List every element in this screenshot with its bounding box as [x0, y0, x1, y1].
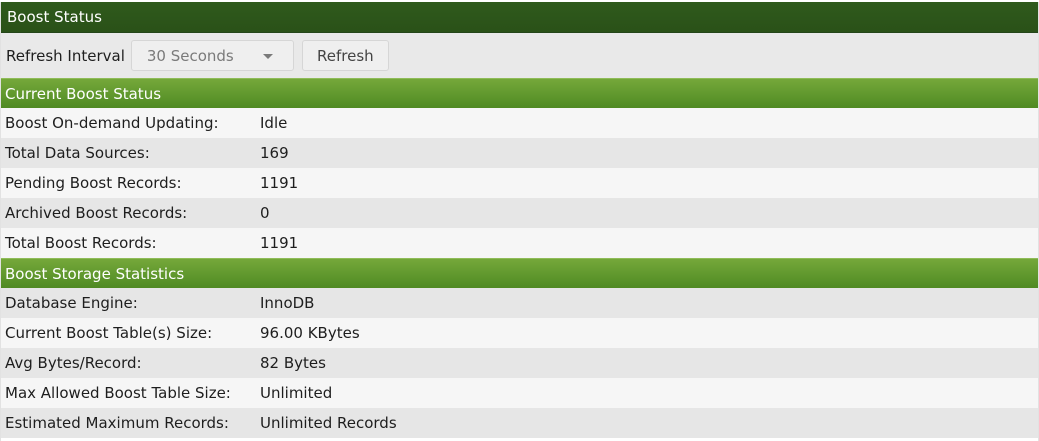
- refresh-button[interactable]: Refresh: [301, 40, 389, 71]
- row-label: Total Boost Records:: [5, 234, 157, 252]
- row-label: Archived Boost Records:: [5, 204, 188, 222]
- row-value: InnoDB: [260, 294, 315, 312]
- row-label: Estimated Maximum Records:: [5, 414, 229, 432]
- row-label: Avg Bytes/Record:: [5, 354, 142, 372]
- row-label: Total Data Sources:: [5, 144, 150, 162]
- table-row: Pending Boost Records: 1191: [1, 168, 1038, 198]
- table-row: Current Boost Table(s) Size: 96.00 KByte…: [1, 318, 1038, 348]
- row-value: 0: [260, 204, 270, 222]
- row-value: 169: [260, 144, 289, 162]
- row-value: Unlimited: [260, 384, 333, 402]
- chevron-down-icon: [262, 54, 273, 59]
- refresh-interval-label: Refresh Interval: [6, 46, 125, 65]
- panel-title-bar: Boost Status: [1, 2, 1038, 33]
- row-value: 96.00 KBytes: [260, 324, 360, 342]
- refresh-toolbar: Refresh Interval 30 Seconds Refresh: [1, 33, 1038, 78]
- table-row: Total Boost Records: 1191: [1, 228, 1038, 258]
- table-row: Boost On-demand Updating: Idle: [1, 108, 1038, 138]
- row-label: Pending Boost Records:: [5, 174, 182, 192]
- boost-status-panel: Boost Status Refresh Interval 30 Seconds…: [0, 2, 1039, 441]
- row-label: Max Allowed Boost Table Size:: [5, 384, 231, 402]
- row-value: Unlimited Records: [260, 414, 397, 432]
- table-row: Archived Boost Records: 0: [1, 198, 1038, 228]
- row-value: 1191: [260, 174, 299, 192]
- refresh-interval-select[interactable]: 30 Seconds: [130, 40, 294, 71]
- panel-title: Boost Status: [7, 8, 102, 26]
- row-value: 1191: [260, 234, 299, 252]
- table-row: Avg Bytes/Record: 82 Bytes: [1, 348, 1038, 378]
- row-label: Database Engine:: [5, 294, 138, 312]
- refresh-interval-value: 30 Seconds: [146, 46, 234, 65]
- table-row: Estimated Maximum Records: Unlimited Rec…: [1, 408, 1038, 438]
- row-label: Boost On-demand Updating:: [5, 114, 219, 132]
- section-title: Boost Storage Statistics: [5, 264, 185, 283]
- table-row: Total Data Sources: 169: [1, 138, 1038, 168]
- section-title: Current Boost Status: [5, 84, 162, 103]
- boost-storage-statistics-header: Boost Storage Statistics: [1, 258, 1038, 288]
- row-label: Current Boost Table(s) Size:: [5, 324, 213, 342]
- current-boost-status-header: Current Boost Status: [1, 78, 1038, 108]
- row-value: 82 Bytes: [260, 354, 326, 372]
- table-row: Max Allowed Boost Table Size: Unlimited: [1, 378, 1038, 408]
- table-row: Database Engine: InnoDB: [1, 288, 1038, 318]
- row-value: Idle: [260, 114, 288, 132]
